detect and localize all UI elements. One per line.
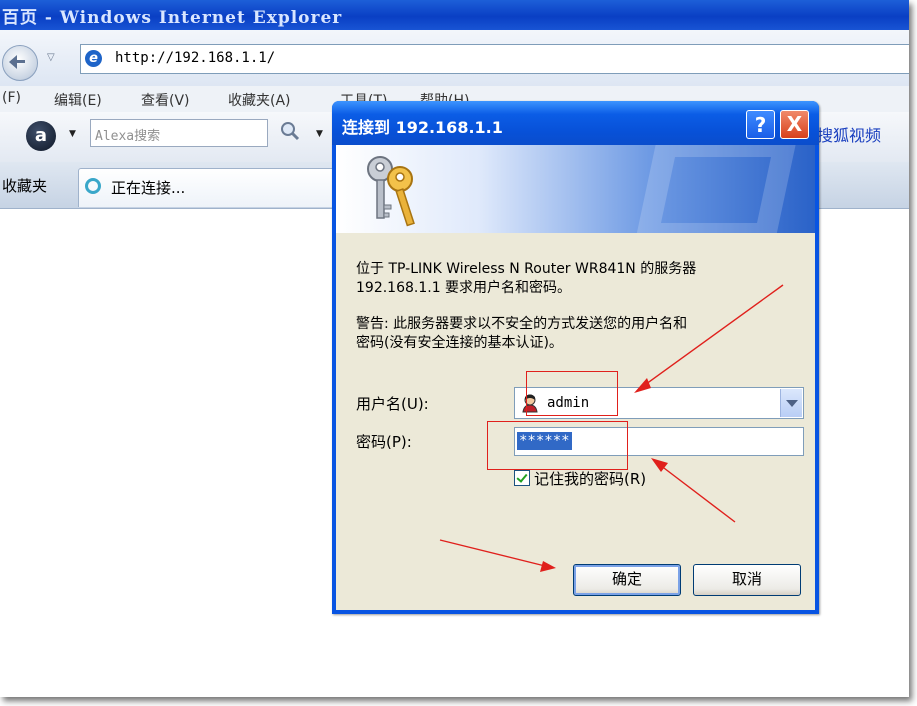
address-text: http://192.168.1.1/: [115, 50, 276, 66]
alexa-dropdown-icon[interactable]: ▼: [69, 129, 76, 139]
menu-edit[interactable]: 编辑(E): [54, 90, 102, 110]
tab-loading[interactable]: 正在连接...: [78, 168, 340, 207]
browser-window: 百页 - Windows Internet Explorer ▽ e http:…: [0, 0, 909, 697]
back-button[interactable]: [2, 45, 38, 81]
menu-file[interactable]: (F): [2, 90, 21, 106]
chevron-down-icon[interactable]: [780, 389, 802, 417]
address-bar[interactable]: e http://192.168.1.1/: [80, 44, 909, 74]
browser-title: 百页 - Windows Internet Explorer: [2, 8, 343, 28]
dialog-banner: [336, 145, 815, 233]
menu-favorites[interactable]: 收藏夹(A): [228, 90, 291, 110]
ok-button[interactable]: 确定: [573, 564, 681, 596]
search-dropdown-icon[interactable]: ▼: [316, 129, 323, 139]
help-button[interactable]: ?: [746, 110, 775, 139]
warning-line2: 密码(没有安全连接的基本认证)。: [356, 335, 563, 351]
loading-icon: [85, 178, 101, 194]
dialog-title-bar[interactable]: 连接到 192.168.1.1 ? X: [332, 101, 819, 145]
username-label: 用户名(U):: [356, 395, 429, 413]
close-button[interactable]: X: [780, 110, 809, 139]
server-message-line1: 位于 TP-LINK Wireless N Router WR841N 的服务器: [356, 261, 697, 277]
warning-line1: 警告: 此服务器要求以不安全的方式发送您的用户名和: [356, 316, 688, 332]
search-icon[interactable]: [280, 121, 300, 141]
annotation-box-password: [487, 421, 628, 470]
password-label: 密码(P):: [356, 433, 412, 451]
alexa-search-placeholder: Alexa搜索: [95, 129, 161, 144]
login-dialog: 连接到 192.168.1.1 ? X 位于 TP-LINK Wireless …: [332, 101, 819, 614]
keys-icon: [367, 156, 415, 227]
banner-decoration: [634, 145, 798, 233]
remember-password-checkbox[interactable]: [514, 470, 530, 486]
annotation-box-username: [526, 371, 618, 416]
remember-password-label[interactable]: 记住我的密码(R): [534, 468, 646, 489]
sohu-video-link[interactable]: 搜狐视频: [817, 122, 881, 146]
tab-title: 正在连接...: [111, 179, 186, 197]
browser-title-bar: 百页 - Windows Internet Explorer: [0, 0, 909, 30]
favorites-button[interactable]: 收藏夹: [2, 175, 47, 196]
menu-view[interactable]: 查看(V): [141, 90, 190, 110]
history-dropdown-icon[interactable]: ▽: [47, 52, 55, 63]
alexa-logo-icon[interactable]: a: [26, 121, 56, 151]
server-message-line2: 192.168.1.1 要求用户名和密码。: [356, 280, 572, 296]
alexa-search-input[interactable]: Alexa搜索: [90, 119, 268, 147]
dialog-title: 连接到 192.168.1.1: [342, 118, 503, 137]
cancel-button[interactable]: 取消: [693, 564, 801, 596]
ie-page-icon: e: [85, 50, 102, 67]
